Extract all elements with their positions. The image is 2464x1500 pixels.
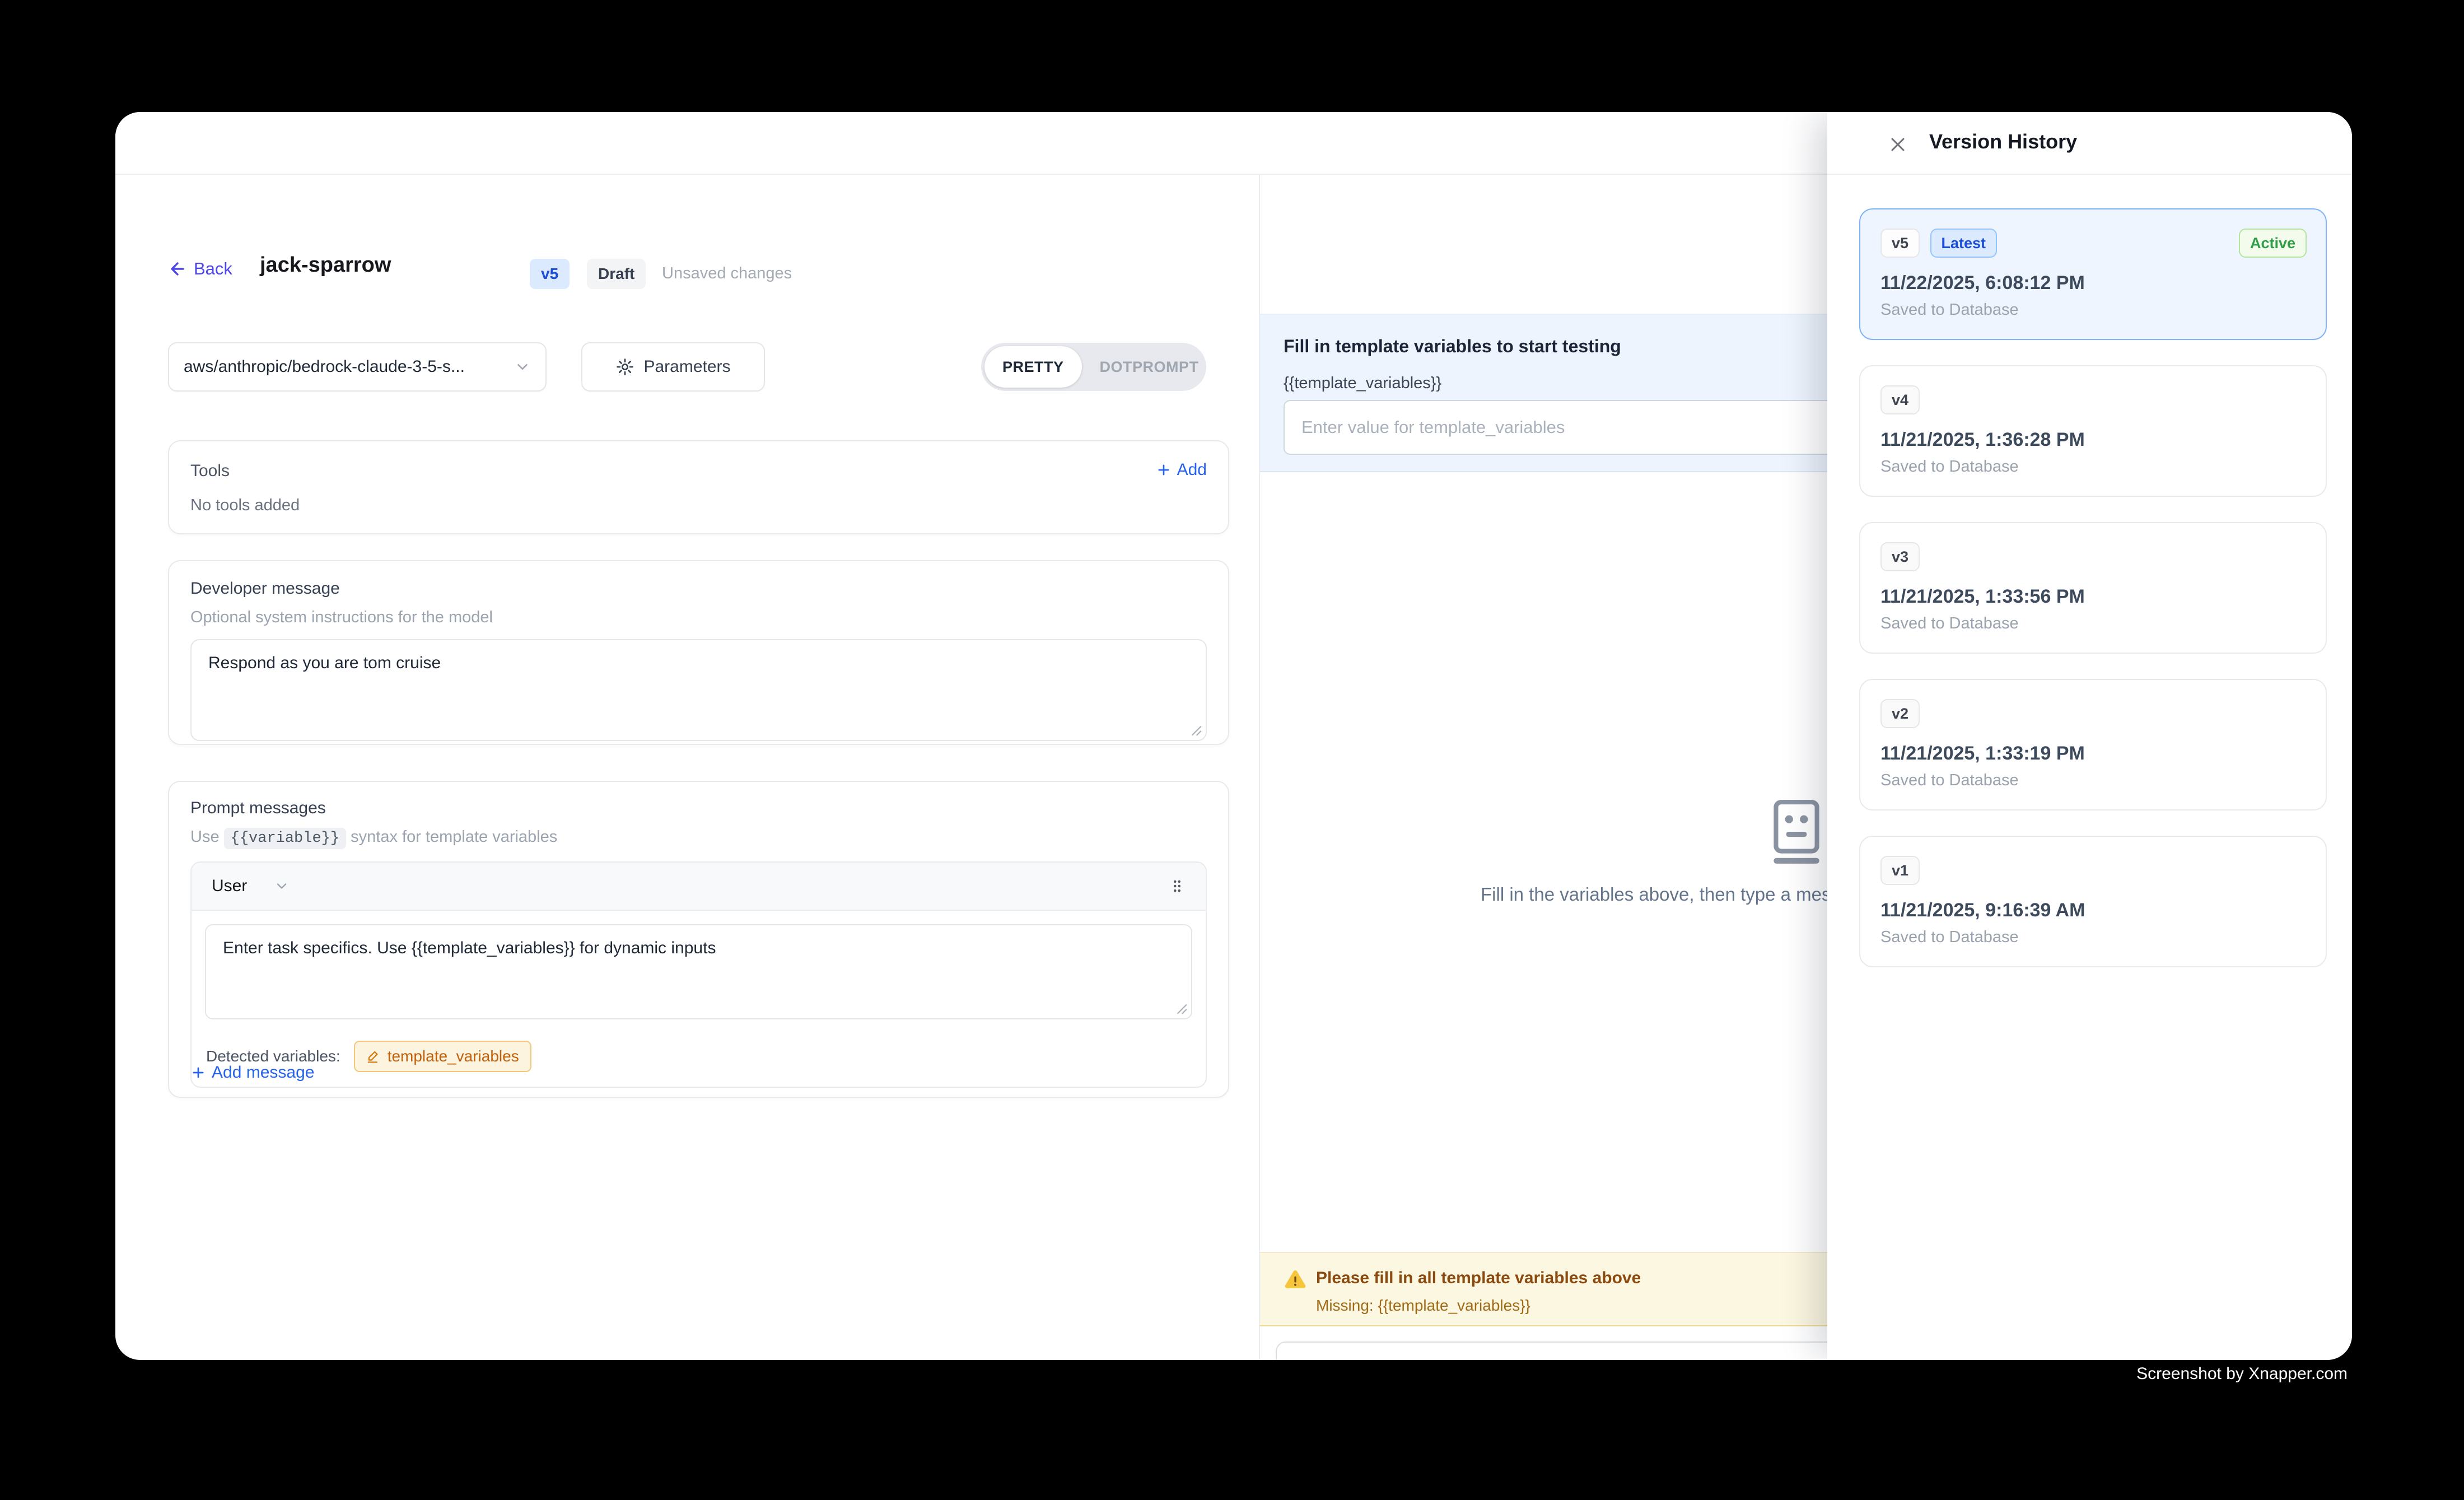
version-timestamp: 11/22/2025, 6:08:12 PM (1880, 272, 2306, 294)
version-card-v2[interactable]: v2 11/21/2025, 1:33:19 PM Saved to Datab… (1859, 679, 2327, 810)
toggle-dotprompt[interactable]: DOTPROMPT (1082, 346, 1217, 388)
close-icon[interactable] (1886, 132, 1910, 157)
watermark-text: Screenshot by Xnapper.com (2136, 1364, 2348, 1383)
developer-message-title: Developer message (190, 579, 1207, 598)
arrow-left-icon (168, 259, 187, 278)
resize-grip-icon[interactable] (1190, 724, 1202, 737)
role-value: User (212, 877, 247, 896)
latest-badge: Latest (1930, 229, 1998, 258)
back-label: Back (194, 259, 232, 279)
draft-badge: Draft (587, 259, 646, 289)
version-storage: Saved to Database (1880, 771, 2306, 790)
version-timestamp: 11/21/2025, 9:16:39 AM (1880, 900, 2306, 921)
detected-variable-badge[interactable]: template_variables (354, 1041, 531, 1072)
chevron-down-icon (514, 358, 531, 375)
tools-empty-text: No tools added (190, 496, 300, 515)
bot-icon (1762, 799, 1831, 867)
prompt-messages-section: Prompt messages Use {{variable}} syntax … (168, 781, 1229, 1098)
back-button[interactable]: Back (168, 259, 232, 279)
version-timestamp: 11/21/2025, 1:33:19 PM (1880, 743, 2306, 765)
plus-icon (190, 1065, 206, 1080)
version-chip: v4 (1880, 385, 1920, 414)
add-message-button[interactable]: Add message (190, 1063, 314, 1082)
chevron-down-icon (274, 878, 290, 894)
message-block: User Enter task specifics. Use {{templat… (190, 861, 1207, 1088)
version-storage: Saved to Database (1880, 458, 2306, 476)
drag-handle-icon[interactable] (1169, 877, 1186, 896)
page-title: jack-sparrow (260, 253, 391, 277)
resize-grip-icon[interactable] (1175, 1003, 1188, 1015)
add-tool-button[interactable]: Add (1156, 460, 1207, 479)
active-badge: Active (2239, 229, 2307, 258)
version-storage: Saved to Database (1880, 614, 2306, 633)
parameters-label: Parameters (643, 357, 730, 376)
version-chip: v2 (1880, 699, 1920, 728)
format-toggle: PRETTY DOTPROMPT (981, 343, 1206, 391)
app-window: Back jack-sparrow v5 Draft Unsaved chang… (115, 112, 2352, 1360)
gear-icon (615, 357, 634, 376)
warning-triangle-icon (1284, 1268, 1307, 1291)
toggle-pretty[interactable]: PRETTY (984, 346, 1082, 388)
warning-detail: Missing: {{template_variables}} (1316, 1297, 1530, 1315)
version-timestamp: 11/21/2025, 1:36:28 PM (1880, 429, 2306, 451)
developer-message-section: Developer message Optional system instru… (168, 560, 1229, 745)
variable-syntax-chip: {{variable}} (224, 828, 346, 849)
version-storage: Saved to Database (1880, 301, 2306, 319)
tools-section: Tools Add No tools added (168, 440, 1229, 534)
parameters-button[interactable]: Parameters (581, 342, 765, 392)
version-timestamp: 11/21/2025, 1:33:56 PM (1880, 586, 2306, 608)
prompt-messages-title: Prompt messages (190, 799, 1207, 818)
version-history-panel: Version History v5 Latest Active 11/22/2… (1827, 112, 2352, 1360)
version-chip: v3 (1880, 542, 1920, 571)
version-chip: v5 (1880, 229, 1920, 258)
version-chip: v1 (1880, 856, 1920, 885)
version-badge: v5 (530, 259, 570, 289)
template-variable-name: {{template_variables}} (1284, 374, 1441, 393)
version-card-v3[interactable]: v3 11/21/2025, 1:33:56 PM Saved to Datab… (1859, 522, 2327, 654)
unsaved-changes-text: Unsaved changes (662, 264, 792, 283)
template-variables-title: Fill in template variables to start test… (1284, 336, 1621, 357)
version-card-v4[interactable]: v4 11/21/2025, 1:36:28 PM Saved to Datab… (1859, 365, 2327, 497)
developer-message-input[interactable]: Respond as you are tom cruise (190, 639, 1207, 741)
detected-variables-row: Detected variables: template_variables (192, 1033, 1206, 1087)
version-history-title: Version History (1929, 130, 2077, 153)
pencil-icon (366, 1049, 381, 1064)
tools-title: Tools (190, 462, 1207, 481)
version-storage: Saved to Database (1880, 928, 2306, 947)
role-select[interactable]: User (212, 877, 290, 896)
model-selector[interactable]: aws/anthropic/bedrock-claude-3-5-s... (168, 342, 547, 392)
prompt-messages-subtitle: Use {{variable}} syntax for template var… (190, 828, 1207, 847)
warning-title: Please fill in all template variables ab… (1316, 1269, 1641, 1288)
model-selector-value: aws/anthropic/bedrock-claude-3-5-s... (184, 357, 465, 376)
version-history-header: Version History (1827, 112, 2352, 175)
message-header: User (192, 863, 1206, 911)
version-card-v1[interactable]: v1 11/21/2025, 9:16:39 AM Saved to Datab… (1859, 836, 2327, 967)
developer-message-subtitle: Optional system instructions for the mod… (190, 608, 1207, 627)
message-content-input[interactable]: Enter task specifics. Use {{template_var… (205, 924, 1192, 1019)
version-card-v5[interactable]: v5 Latest Active 11/22/2025, 6:08:12 PM … (1859, 208, 2327, 340)
plus-icon (1156, 462, 1172, 478)
